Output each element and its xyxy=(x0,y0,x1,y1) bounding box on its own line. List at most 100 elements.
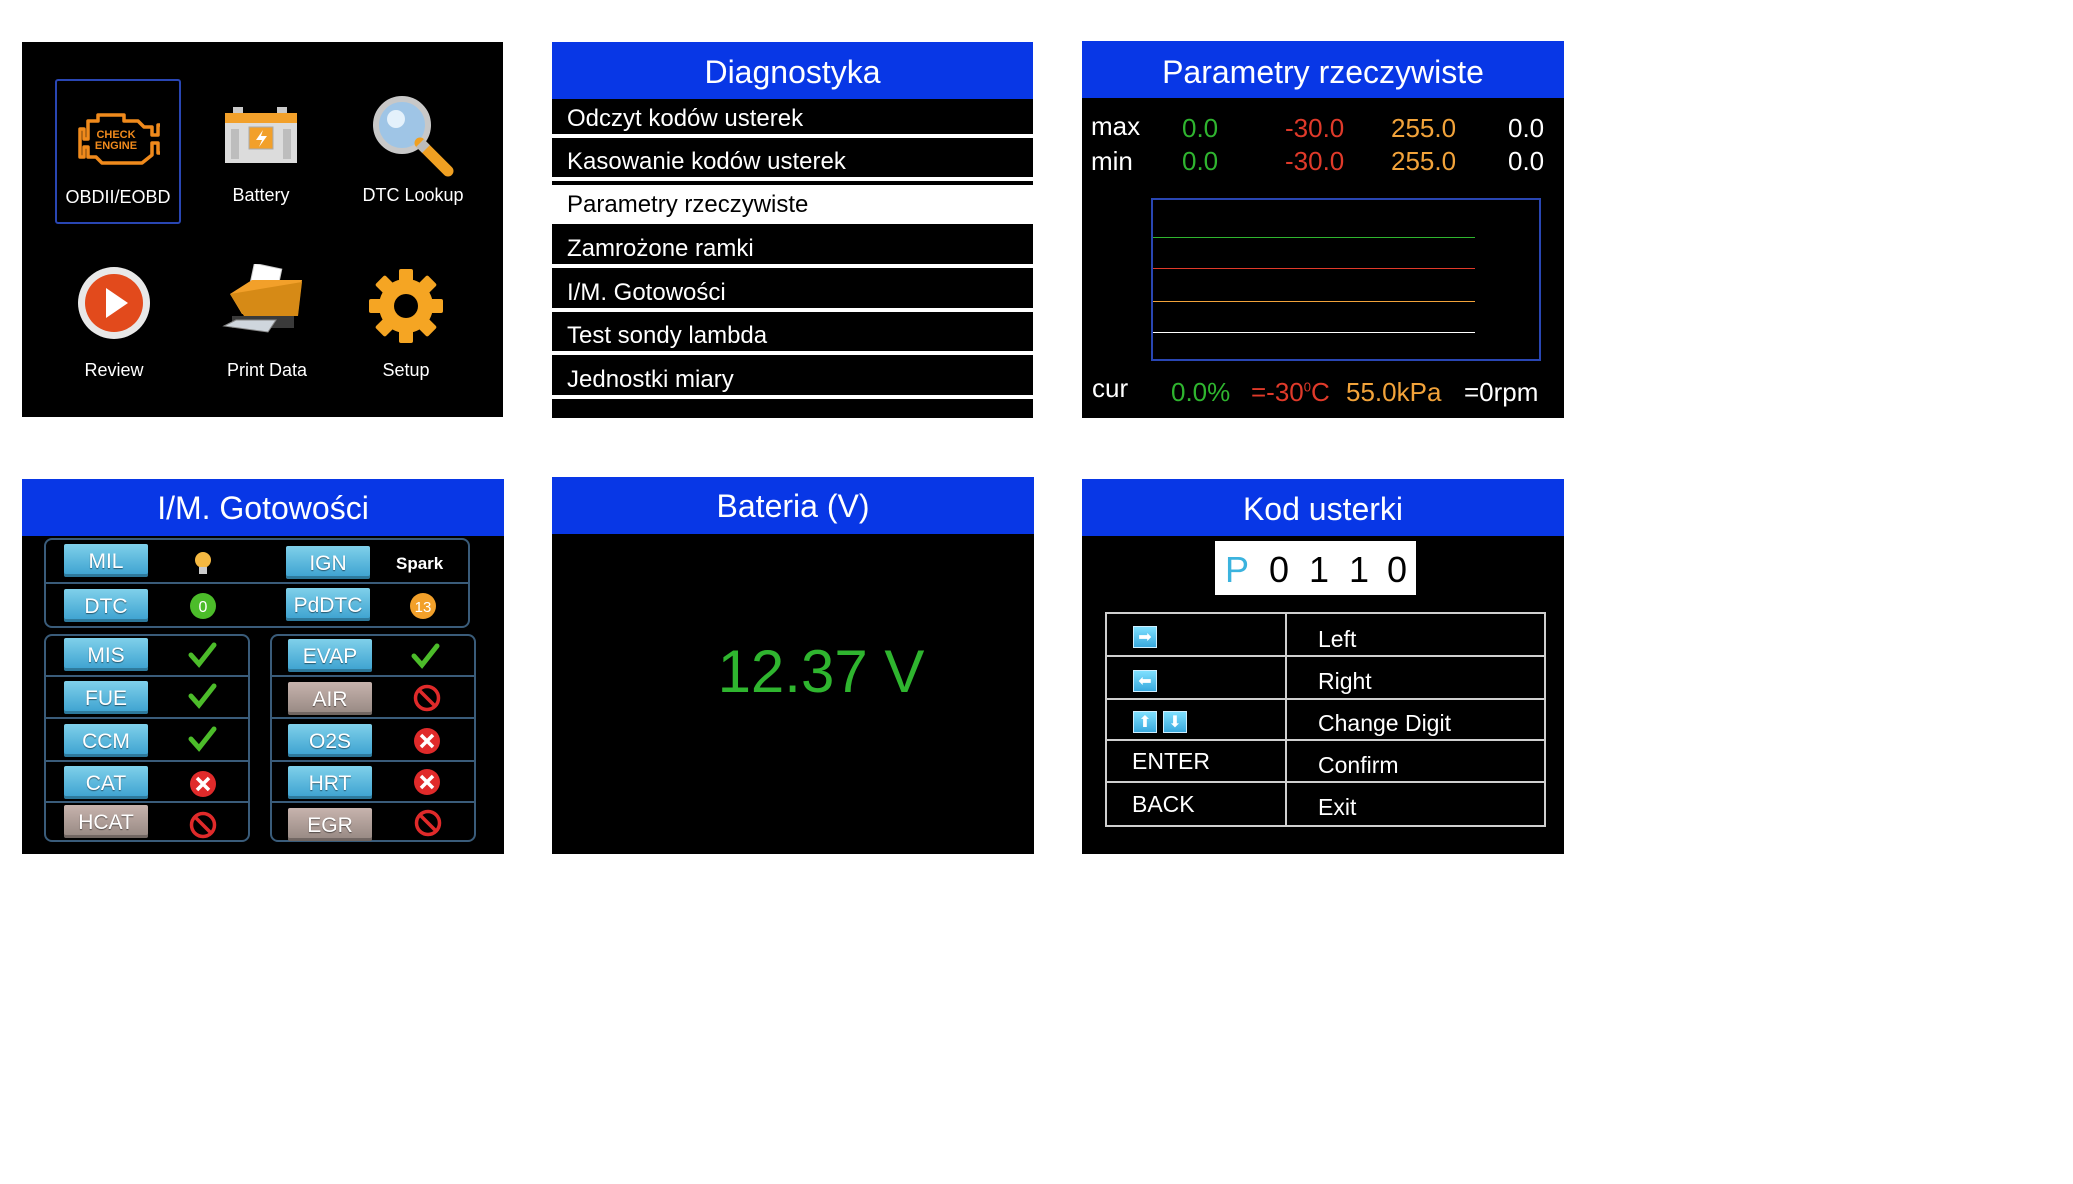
pddtc-count-icon: 13 xyxy=(408,591,438,621)
svg-text:13: 13 xyxy=(415,599,432,616)
menu-tile-label: Print Data xyxy=(226,360,308,380)
arrow-down-icon: ⬇ xyxy=(1163,710,1187,733)
dtc-badge: DTC xyxy=(64,589,148,622)
max-value-1: 0.0 xyxy=(1182,113,1219,143)
mil-badge: MIL xyxy=(64,544,148,577)
key-action-label: Left xyxy=(1318,626,1357,652)
arrow-left-icon: ⬅ xyxy=(1133,669,1157,692)
main-menu-panel: CHECK ENGINE OBDII/EOBD Battery DTC Look… xyxy=(22,42,503,417)
menu-item-units[interactable]: Jednostki miary xyxy=(552,360,1033,399)
panel-title: I/M. Gotowości xyxy=(22,479,504,536)
menu-tile-label: Setup xyxy=(382,360,430,380)
min-value-2: -30.0 xyxy=(1285,146,1345,176)
menu-item-im-readiness[interactable]: I/M. Gotowości xyxy=(552,273,1033,312)
code-char-1[interactable]: P xyxy=(1225,549,1249,591)
min-label: min xyxy=(1091,146,1133,176)
max-value-4: 0.0 xyxy=(1508,113,1545,143)
min-value-3: 255.0 xyxy=(1391,146,1457,176)
pddtc-badge: PdDTC xyxy=(286,588,370,621)
menu-item-read-codes[interactable]: Odczyt kodów usterek xyxy=(552,99,1033,138)
menu-item-clear-codes[interactable]: Kasowanie kodów usterek xyxy=(552,142,1033,181)
key-action-label: Right xyxy=(1318,668,1372,694)
cur-value-2: =-300C xyxy=(1251,377,1330,407)
menu-tile-print[interactable]: Print Data xyxy=(204,254,330,399)
code-char-4[interactable]: 1 xyxy=(1349,549,1369,591)
key-action-label: Confirm xyxy=(1318,752,1399,778)
check-icon xyxy=(187,724,217,754)
panel-title: Parametry rzeczywiste xyxy=(1082,41,1564,98)
diagnostics-menu-panel: Diagnostyka Odczyt kodów usterek Kasowan… xyxy=(552,42,1033,418)
hrt-badge: HRT xyxy=(288,766,372,799)
svg-text:0: 0 xyxy=(199,599,208,616)
code-char-5[interactable]: 0 xyxy=(1387,549,1407,591)
hcat-badge: HCAT xyxy=(64,805,148,838)
readiness-panel: I/M. Gotowości MIL IGN Spark DTC 0 PdDTC… xyxy=(22,479,504,854)
not-supported-icon xyxy=(188,810,218,840)
menu-item-live-data[interactable]: Parametry rzeczywiste xyxy=(552,185,1033,224)
max-value-2: -30.0 xyxy=(1285,113,1345,143)
panel-title: Bateria (V) xyxy=(552,477,1034,534)
arrow-up-icon: ⬆ xyxy=(1133,710,1157,733)
key-help-table: ➡ Left ⬅ Right ⬆ ⬇ Change Digit ENTER Con… xyxy=(1105,612,1546,827)
fail-icon xyxy=(412,726,442,756)
evap-badge: EVAP xyxy=(288,639,372,672)
menu-tile-label: DTC Lookup xyxy=(362,185,464,205)
graph-line-red xyxy=(1153,268,1475,269)
ign-badge: IGN xyxy=(286,546,370,579)
menu-item-freeze-frame[interactable]: Zamrożone ramki xyxy=(552,229,1033,268)
fail-icon xyxy=(412,767,442,797)
o2s-badge: O2S xyxy=(288,724,372,757)
cur-label: cur xyxy=(1092,373,1129,403)
graph-line-white xyxy=(1153,332,1475,333)
check-icon xyxy=(187,681,217,711)
printer-icon xyxy=(222,262,312,345)
menu-tile-label: OBDII/EOBD xyxy=(65,187,171,207)
battery-icon xyxy=(221,105,301,172)
menu-tile-label: Battery xyxy=(232,185,290,205)
key-name-back: BACK xyxy=(1132,791,1195,817)
max-value-3: 255.0 xyxy=(1391,113,1457,143)
key-help-row: ⬆ ⬇ xyxy=(1133,707,1193,734)
air-badge: AIR xyxy=(288,682,372,715)
key-help-row: ⬅ xyxy=(1133,666,1163,693)
key-name-enter: ENTER xyxy=(1132,748,1210,774)
min-value-1: 0.0 xyxy=(1182,146,1219,176)
menu-tile-setup[interactable]: Setup xyxy=(343,254,469,399)
graph-line-orange xyxy=(1153,301,1475,302)
code-char-3[interactable]: 1 xyxy=(1309,549,1329,591)
not-supported-icon xyxy=(413,808,443,838)
fail-icon xyxy=(188,769,218,799)
check-icon xyxy=(187,640,217,670)
not-supported-icon xyxy=(412,683,442,713)
code-input[interactable]: P 0 1 1 0 xyxy=(1215,541,1416,595)
menu-tile-obd[interactable]: CHECK ENGINE OBDII/EOBD xyxy=(55,79,181,224)
menu-tile-dtc-lookup[interactable]: DTC Lookup xyxy=(350,79,476,224)
min-value-4: 0.0 xyxy=(1508,146,1545,176)
cat-badge: CAT xyxy=(64,766,148,799)
dtc-count-icon: 0 xyxy=(188,591,218,621)
play-icon xyxy=(75,264,153,347)
panel-title: Diagnostyka xyxy=(552,42,1033,99)
live-data-graph xyxy=(1151,198,1541,361)
fue-badge: FUE xyxy=(64,681,148,714)
menu-tile-battery[interactable]: Battery xyxy=(198,79,324,224)
menu-item-o2-sensor-test[interactable]: Test sondy lambda xyxy=(552,316,1033,355)
cur-value-4: =0rpm xyxy=(1464,377,1539,407)
code-char-2[interactable]: 0 xyxy=(1269,549,1289,591)
menu-tile-review[interactable]: Review xyxy=(51,254,177,399)
live-data-panel: Parametry rzeczywiste max min 0.0 -30.0 … xyxy=(1082,41,1564,418)
lightbulb-icon xyxy=(188,548,218,578)
check-icon xyxy=(410,641,440,671)
max-label: max xyxy=(1091,111,1141,141)
cur-value-3: 55.0kPa xyxy=(1346,377,1442,407)
spark-label: Spark xyxy=(396,554,444,573)
gear-icon xyxy=(366,266,446,351)
graph-line-green xyxy=(1153,237,1475,238)
cur-value-1: 0.0% xyxy=(1171,377,1231,407)
voltage-value: 12.37 xyxy=(717,638,868,705)
magnifier-icon xyxy=(368,93,458,184)
svg-text:ENGINE: ENGINE xyxy=(95,140,137,152)
ccm-badge: CCM xyxy=(64,724,148,757)
arrow-right-icon: ➡ xyxy=(1133,625,1157,648)
egr-badge: EGR xyxy=(288,808,372,841)
